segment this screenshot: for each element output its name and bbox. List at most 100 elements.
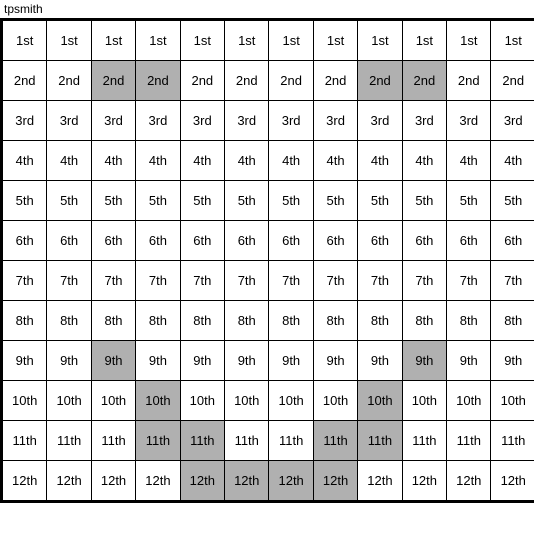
grid-cell[interactable]: 8th xyxy=(358,301,402,341)
grid-cell[interactable]: 6th xyxy=(491,221,534,261)
grid-cell[interactable]: 7th xyxy=(136,261,180,301)
grid-cell[interactable]: 1st xyxy=(447,21,491,61)
grid-cell[interactable]: 3rd xyxy=(447,101,491,141)
grid-cell[interactable]: 10th xyxy=(136,381,180,421)
grid-cell[interactable]: 10th xyxy=(180,381,224,421)
grid-cell[interactable]: 8th xyxy=(269,301,313,341)
grid-cell[interactable]: 4th xyxy=(491,141,534,181)
grid-cell[interactable]: 12th xyxy=(3,461,47,501)
grid-cell[interactable]: 2nd xyxy=(358,61,402,101)
grid-cell[interactable]: 3rd xyxy=(358,101,402,141)
grid-cell[interactable]: 1st xyxy=(3,21,47,61)
grid-cell[interactable]: 1st xyxy=(136,21,180,61)
grid-cell[interactable]: 5th xyxy=(180,181,224,221)
grid-cell[interactable]: 5th xyxy=(91,181,135,221)
grid-cell[interactable]: 9th xyxy=(402,341,446,381)
grid-cell[interactable]: 3rd xyxy=(3,101,47,141)
grid-cell[interactable]: 6th xyxy=(91,221,135,261)
grid-cell[interactable]: 9th xyxy=(447,341,491,381)
grid-cell[interactable]: 6th xyxy=(225,221,269,261)
grid-cell[interactable]: 8th xyxy=(3,301,47,341)
grid-cell[interactable]: 9th xyxy=(136,341,180,381)
grid-cell[interactable]: 5th xyxy=(491,181,534,221)
grid-cell[interactable]: 6th xyxy=(269,221,313,261)
grid-cell[interactable]: 2nd xyxy=(269,61,313,101)
grid-cell[interactable]: 12th xyxy=(313,461,357,501)
grid-cell[interactable]: 5th xyxy=(358,181,402,221)
grid-cell[interactable]: 1st xyxy=(402,21,446,61)
grid-cell[interactable]: 5th xyxy=(269,181,313,221)
grid-cell[interactable]: 5th xyxy=(313,181,357,221)
grid-cell[interactable]: 3rd xyxy=(491,101,534,141)
grid-cell[interactable]: 11th xyxy=(180,421,224,461)
grid-cell[interactable]: 8th xyxy=(47,301,91,341)
grid-cell[interactable]: 1st xyxy=(225,21,269,61)
grid-cell[interactable]: 6th xyxy=(3,221,47,261)
grid-cell[interactable]: 5th xyxy=(225,181,269,221)
grid-cell[interactable]: 11th xyxy=(136,421,180,461)
grid-cell[interactable]: 2nd xyxy=(447,61,491,101)
grid-cell[interactable]: 12th xyxy=(269,461,313,501)
grid-cell[interactable]: 3rd xyxy=(402,101,446,141)
grid-cell[interactable]: 12th xyxy=(491,461,534,501)
grid-cell[interactable]: 8th xyxy=(491,301,534,341)
grid-cell[interactable]: 1st xyxy=(313,21,357,61)
grid-cell[interactable]: 11th xyxy=(47,421,91,461)
grid-cell[interactable]: 1st xyxy=(180,21,224,61)
grid-cell[interactable]: 12th xyxy=(358,461,402,501)
grid-cell[interactable]: 2nd xyxy=(402,61,446,101)
grid-cell[interactable]: 9th xyxy=(313,341,357,381)
grid-cell[interactable]: 9th xyxy=(47,341,91,381)
grid-cell[interactable]: 12th xyxy=(180,461,224,501)
grid-cell[interactable]: 10th xyxy=(358,381,402,421)
grid-cell[interactable]: 9th xyxy=(225,341,269,381)
grid-cell[interactable]: 10th xyxy=(225,381,269,421)
grid-cell[interactable]: 2nd xyxy=(136,61,180,101)
grid-cell[interactable]: 12th xyxy=(402,461,446,501)
grid-cell[interactable]: 7th xyxy=(180,261,224,301)
grid-cell[interactable]: 12th xyxy=(47,461,91,501)
grid-cell[interactable]: 7th xyxy=(91,261,135,301)
grid-cell[interactable]: 1st xyxy=(358,21,402,61)
grid-cell[interactable]: 6th xyxy=(313,221,357,261)
grid-cell[interactable]: 6th xyxy=(447,221,491,261)
grid-cell[interactable]: 4th xyxy=(269,141,313,181)
grid-cell[interactable]: 9th xyxy=(3,341,47,381)
grid-cell[interactable]: 4th xyxy=(402,141,446,181)
grid-cell[interactable]: 2nd xyxy=(47,61,91,101)
grid-cell[interactable]: 1st xyxy=(91,21,135,61)
grid-cell[interactable]: 12th xyxy=(91,461,135,501)
grid-cell[interactable]: 7th xyxy=(269,261,313,301)
grid-cell[interactable]: 4th xyxy=(3,141,47,181)
grid-cell[interactable]: 4th xyxy=(358,141,402,181)
grid-cell[interactable]: 1st xyxy=(269,21,313,61)
grid-cell[interactable]: 4th xyxy=(313,141,357,181)
grid-cell[interactable]: 11th xyxy=(91,421,135,461)
grid-cell[interactable]: 4th xyxy=(91,141,135,181)
grid-cell[interactable]: 10th xyxy=(491,381,534,421)
grid-cell[interactable]: 1st xyxy=(491,21,534,61)
grid-cell[interactable]: 11th xyxy=(269,421,313,461)
grid-cell[interactable]: 4th xyxy=(136,141,180,181)
grid-cell[interactable]: 5th xyxy=(136,181,180,221)
grid-cell[interactable]: 9th xyxy=(491,341,534,381)
grid-cell[interactable]: 11th xyxy=(402,421,446,461)
grid-cell[interactable]: 11th xyxy=(3,421,47,461)
grid-cell[interactable]: 10th xyxy=(402,381,446,421)
grid-cell[interactable]: 11th xyxy=(358,421,402,461)
grid-cell[interactable]: 7th xyxy=(3,261,47,301)
grid-cell[interactable]: 2nd xyxy=(225,61,269,101)
grid-cell[interactable]: 8th xyxy=(91,301,135,341)
grid-cell[interactable]: 8th xyxy=(447,301,491,341)
grid-cell[interactable]: 10th xyxy=(313,381,357,421)
grid-cell[interactable]: 7th xyxy=(225,261,269,301)
grid-cell[interactable]: 12th xyxy=(447,461,491,501)
grid-cell[interactable]: 9th xyxy=(269,341,313,381)
grid-cell[interactable]: 11th xyxy=(447,421,491,461)
grid-cell[interactable]: 8th xyxy=(402,301,446,341)
grid-cell[interactable]: 8th xyxy=(136,301,180,341)
grid-cell[interactable]: 11th xyxy=(491,421,534,461)
grid-cell[interactable]: 4th xyxy=(447,141,491,181)
grid-cell[interactable]: 8th xyxy=(313,301,357,341)
grid-cell[interactable]: 3rd xyxy=(91,101,135,141)
